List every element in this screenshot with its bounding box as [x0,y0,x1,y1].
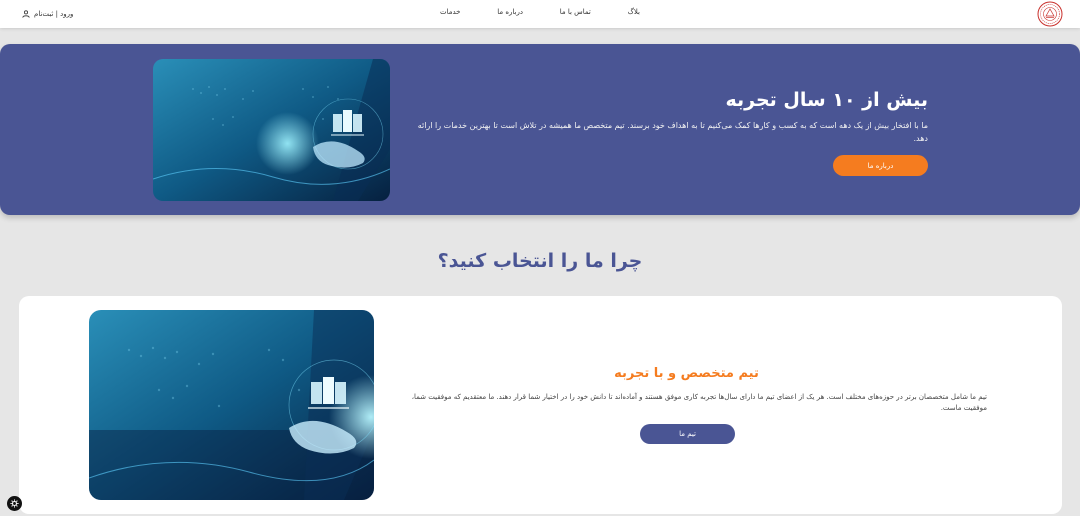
login-link[interactable]: ورود | ثبت‌نام [22,7,73,21]
nav-item-services[interactable]: خدمات [440,8,460,20]
nav-item-blog[interactable]: بلاگ [628,8,640,20]
login-label: ورود | ثبت‌نام [34,10,74,18]
cloud-server-hand-illustration [89,310,374,500]
our-team-button[interactable]: تیم ما [640,424,735,444]
feature-description: تیم ما شامل متخصصان برتر در حوزه‌های مخت… [411,393,987,412]
cloud-server-hand-illustration [153,59,390,201]
feature-image [89,310,374,500]
site-header: ورود | ثبت‌نام خدمات درباره ما تماس با م… [0,0,1080,28]
hero-description: ما با افتخار بیش از یک دهه است که به کسب… [417,121,928,143]
hero-text: بیش از ۱۰ سال تجربه ما با افتخار بیش از … [405,87,928,145]
hero-image [153,59,390,201]
accessibility-widget-icon[interactable] [7,496,22,511]
feature-card: تیم متخصص و با تجربه تیم ما شامل متخصصان… [19,296,1062,514]
nav-item-contact[interactable]: تماس با ما [560,8,591,20]
hero-banner: بیش از ۱۰ سال تجربه ما با افتخار بیش از … [0,44,1080,215]
seal-logo[interactable] [1036,1,1064,27]
about-us-button[interactable]: درباره ما [833,155,928,176]
user-icon [22,10,30,18]
section-title: چرا ما را انتخاب کنید؟ [437,250,643,272]
main-nav: خدمات درباره ما تماس با ما بلاگ [440,8,640,20]
gear-icon [10,499,19,508]
nav-item-about[interactable]: درباره ما [497,8,523,20]
feature-title: تیم متخصص و با تجربه [614,366,759,381]
hero-title: بیش از ۱۰ سال تجربه [725,89,928,111]
